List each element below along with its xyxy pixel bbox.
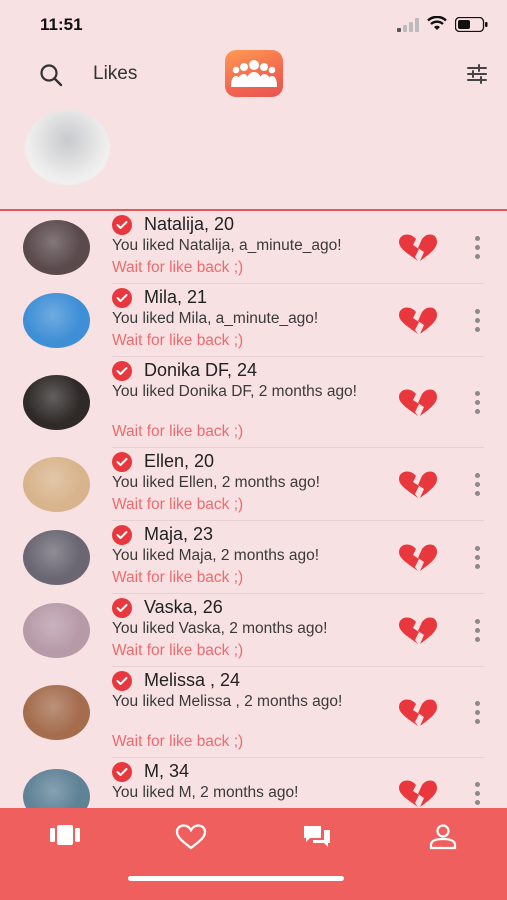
avatar[interactable]: [23, 685, 90, 740]
heart-icon[interactable]: [175, 824, 207, 850]
wait-status: Wait for like back ;): [112, 423, 244, 440]
like-message: You liked Donika DF, 2 months ago!: [112, 383, 357, 400]
verified-check-icon: [112, 525, 132, 545]
status-time: 11:51: [40, 15, 83, 34]
broken-heart-icon[interactable]: [397, 779, 439, 809]
verified-check-icon: [112, 288, 132, 308]
verified-check-icon: [112, 452, 132, 472]
wait-status: Wait for like back ;): [112, 332, 244, 349]
match-name: Mila, 21: [144, 287, 208, 307]
bottom-nav: [0, 808, 507, 900]
more-options-icon[interactable]: [472, 236, 482, 263]
avatar[interactable]: [23, 293, 90, 348]
wait-status: Wait for like back ;): [112, 496, 244, 513]
avatar[interactable]: [23, 457, 90, 512]
match-name: Donika DF, 24: [144, 360, 258, 380]
avatar[interactable]: [23, 375, 90, 430]
verified-check-icon: [112, 215, 132, 235]
status-bar: 11:51: [0, 0, 507, 50]
broken-heart-icon[interactable]: [397, 233, 439, 263]
wait-status: Wait for like back ;): [112, 642, 244, 659]
like-message: You liked Maja, 2 months ago!: [112, 547, 320, 564]
list-item[interactable]: Donika DF, 24 You liked Donika DF, 2 mon…: [0, 357, 507, 448]
more-options-icon[interactable]: [472, 391, 482, 418]
broken-heart-icon[interactable]: [397, 306, 439, 336]
like-message: You liked Natalija, a_minute_ago!: [112, 237, 342, 254]
wifi-icon: [427, 16, 447, 30]
avatar[interactable]: [23, 603, 90, 658]
match-name: M, 34: [144, 761, 190, 781]
verified-check-icon: [112, 598, 132, 618]
search-icon[interactable]: [38, 62, 64, 88]
list-item[interactable]: Mila, 21 You liked Mila, a_minute_ago! W…: [0, 284, 507, 357]
avatar[interactable]: [23, 530, 90, 585]
list-item[interactable]: Melissa , 24 You liked Melissa , 2 month…: [0, 667, 507, 758]
like-message: You liked Ellen, 2 months ago!: [112, 474, 320, 491]
more-options-icon[interactable]: [472, 309, 482, 336]
more-options-icon[interactable]: [472, 619, 482, 646]
match-name: Ellen, 20: [144, 451, 215, 471]
group-icon: [231, 59, 277, 87]
broken-heart-icon[interactable]: [397, 698, 439, 728]
broken-heart-icon[interactable]: [397, 543, 439, 573]
list-item[interactable]: Ellen, 20 You liked Ellen, 2 months ago!…: [0, 448, 507, 521]
more-options-icon[interactable]: [472, 473, 482, 500]
broken-heart-icon[interactable]: [397, 470, 439, 500]
verified-check-icon: [112, 361, 132, 381]
cards-icon[interactable]: [49, 824, 81, 846]
list-item[interactable]: Vaska, 26 You liked Vaska, 2 months ago!…: [0, 594, 507, 667]
verified-check-icon: [112, 671, 132, 691]
like-message: You liked Vaska, 2 months ago!: [112, 620, 328, 637]
match-name: Melissa , 24: [144, 670, 241, 690]
match-name: Natalija, 20: [144, 214, 235, 234]
like-message: You liked Mila, a_minute_ago!: [112, 310, 319, 327]
wait-status: Wait for like back ;): [112, 733, 244, 750]
like-message: You liked M, 2 months ago!: [112, 784, 299, 801]
header: Likes: [0, 50, 507, 100]
app-logo: [225, 50, 283, 97]
featured-avatar[interactable]: [25, 110, 110, 185]
chat-icon[interactable]: [302, 824, 332, 848]
match-name: Maja, 23: [144, 524, 214, 544]
wait-status: Wait for like back ;): [112, 569, 244, 586]
home-indicator: [128, 876, 344, 881]
filter-icon[interactable]: [466, 64, 488, 84]
avatar[interactable]: [23, 220, 90, 275]
like-message: You liked Melissa , 2 months ago!: [112, 693, 343, 710]
match-name: Vaska, 26: [144, 597, 223, 617]
more-options-icon[interactable]: [472, 546, 482, 573]
page-title: Likes: [93, 63, 138, 84]
profile-icon[interactable]: [428, 824, 458, 850]
battery-icon: [455, 17, 488, 32]
more-options-icon[interactable]: [472, 701, 482, 728]
more-options-icon[interactable]: [472, 782, 482, 809]
list-item[interactable]: Natalija, 20 You liked Natalija, a_minut…: [0, 211, 507, 284]
list-item[interactable]: Maja, 23 You liked Maja, 2 months ago! W…: [0, 521, 507, 594]
wait-status: Wait for like back ;): [112, 259, 244, 276]
broken-heart-icon[interactable]: [397, 616, 439, 646]
signal-icon: [397, 18, 419, 32]
verified-check-icon: [112, 762, 132, 782]
broken-heart-icon[interactable]: [397, 388, 439, 418]
